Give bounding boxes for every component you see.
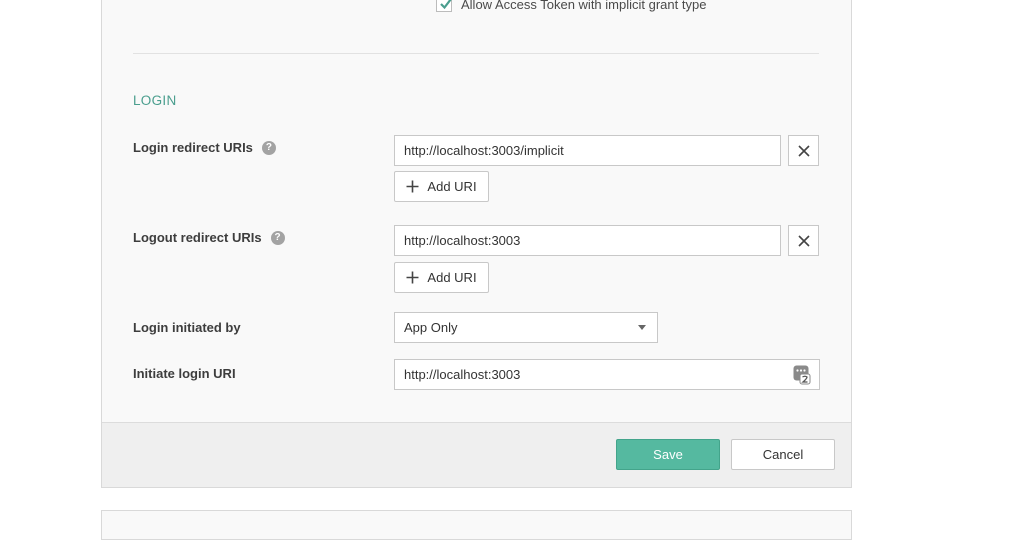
section-divider [133, 53, 819, 54]
chevron-down-icon [638, 325, 646, 330]
save-button[interactable]: Save [616, 439, 720, 470]
login-initiated-by-value: App Only [404, 320, 458, 335]
password-manager-icon[interactable] [793, 365, 811, 390]
close-icon [797, 234, 810, 247]
add-logout-redirect-uri-button[interactable]: Add URI [394, 262, 489, 293]
remove-logout-redirect-uri-button[interactable] [788, 225, 819, 256]
login-redirect-uris-text: Login redirect URIs [133, 140, 253, 155]
checkmark-icon [440, 0, 452, 10]
implicit-access-token-checkbox[interactable] [436, 0, 452, 12]
next-section-card [101, 510, 852, 540]
logout-redirect-uris-text: Logout redirect URIs [133, 230, 262, 245]
logout-redirect-uri-input[interactable]: http://localhost:3003 [394, 225, 781, 256]
help-icon[interactable]: ? [261, 140, 276, 155]
login-section-title: LOGIN [133, 93, 177, 108]
login-initiated-by-label: Login initiated by [133, 320, 241, 335]
login-redirect-uris-label: Login redirect URIs ? [133, 140, 276, 155]
implicit-access-token-option[interactable]: Allow Access Token with implicit grant t… [436, 0, 706, 12]
login-redirect-uri-input[interactable]: http://localhost:3003/implicit [394, 135, 781, 166]
plus-icon [406, 271, 419, 284]
implicit-access-token-label: Allow Access Token with implicit grant t… [461, 0, 707, 12]
logout-redirect-uris-label: Logout redirect URIs ? [133, 230, 285, 245]
help-icon[interactable]: ? [270, 230, 285, 245]
cancel-button[interactable]: Cancel [731, 439, 835, 470]
close-icon [797, 144, 810, 157]
add-login-redirect-uri-button[interactable]: Add URI [394, 171, 489, 202]
initiate-login-uri-label: Initiate login URI [133, 366, 236, 381]
remove-login-redirect-uri-button[interactable] [788, 135, 819, 166]
initiate-login-uri-input[interactable]: http://localhost:3003 [394, 359, 820, 390]
add-uri-label: Add URI [427, 179, 477, 194]
login-initiated-by-select[interactable]: App Only [394, 312, 658, 343]
plus-icon [406, 180, 419, 193]
add-uri-label: Add URI [427, 270, 477, 285]
